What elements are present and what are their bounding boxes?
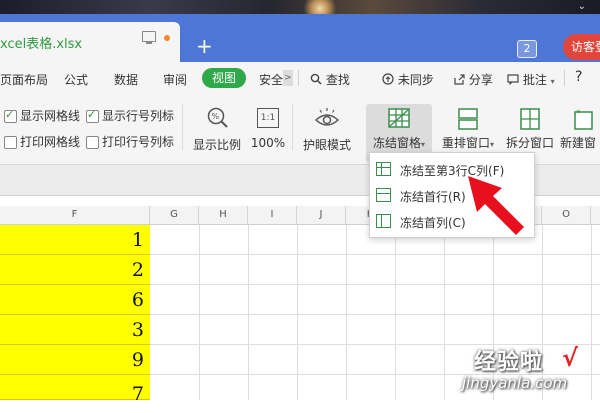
- svg-text:%: %: [212, 112, 220, 121]
- column-header-j[interactable]: J: [297, 206, 346, 224]
- unsaved-dot-icon: [164, 35, 170, 41]
- cell-f[interactable]: 6: [0, 285, 150, 315]
- menu-page-layout[interactable]: 页面布局: [0, 71, 48, 88]
- menu-formula[interactable]: 公式: [64, 71, 88, 88]
- arrange-windows-icon: [458, 108, 478, 130]
- watermark-url: jingyanla.com: [462, 374, 568, 392]
- menu-view[interactable]: 视图: [202, 68, 246, 88]
- share-label: 分享: [468, 73, 493, 87]
- new-tab-button[interactable]: +: [196, 36, 213, 56]
- gridline: [150, 254, 600, 255]
- background-photo-strip: ⌄: [0, 0, 600, 14]
- arrange-windows-label: 重排窗口: [441, 136, 490, 150]
- freeze-column-icon: [376, 214, 391, 228]
- divider: [182, 104, 183, 150]
- window-count-badge[interactable]: 2: [517, 40, 537, 58]
- menu-scroll-right-button[interactable]: >: [283, 70, 293, 86]
- divider: [564, 70, 565, 86]
- annotate-label: 批注: [522, 73, 547, 87]
- print-gridlines-label: 打印网格线: [20, 135, 81, 149]
- svg-text:*: *: [576, 109, 581, 119]
- freeze-cell-icon: [376, 162, 391, 176]
- freeze-first-column-label: 冻结首列(C): [400, 216, 466, 230]
- print-gridlines-checkbox[interactable]: [4, 136, 17, 149]
- freeze-first-row-label: 冻结首行(R): [400, 190, 466, 204]
- annotation-arrow-icon: [468, 176, 524, 235]
- freeze-row-icon: [376, 188, 391, 202]
- annotate-button[interactable]: 批注 ▾: [507, 71, 555, 88]
- show-gridlines-label: 显示网格线: [20, 109, 81, 123]
- menu-review[interactable]: 审阅: [163, 71, 187, 88]
- zoom-100-button[interactable]: 1:1 100%: [250, 106, 286, 150]
- chevron-down-icon: ▾: [490, 140, 495, 149]
- zoom-ratio-button[interactable]: % 显示比例: [192, 106, 242, 153]
- column-header-g[interactable]: G: [150, 206, 199, 224]
- new-window-label: 新建窗: [560, 136, 597, 150]
- watermark-check-icon: √: [562, 344, 579, 372]
- print-headers-label: 打印行号列标: [102, 135, 175, 149]
- search-icon: [310, 73, 322, 85]
- share-button[interactable]: 分享: [453, 71, 493, 88]
- document-tab[interactable]: xcel表格.xlsx: [0, 22, 180, 62]
- photo-highlight: [300, 0, 340, 14]
- chevron-down-icon: ▾: [550, 77, 555, 86]
- zoom-100-label: 100%: [250, 136, 286, 150]
- chevron-down-icon: ▾: [421, 140, 426, 149]
- print-headers-checkbox[interactable]: [86, 136, 99, 149]
- document-tab-title: xcel表格.xlsx: [0, 37, 83, 52]
- split-window-button[interactable]: 拆分窗口: [502, 108, 558, 151]
- gridline: [150, 284, 600, 285]
- chevron-down-icon[interactable]: ⌄: [578, 1, 586, 12]
- one-to-one-icon: 1:1: [257, 108, 279, 128]
- split-window-icon: [520, 108, 540, 130]
- menu-data[interactable]: 数据: [114, 71, 138, 88]
- eye-protection-button[interactable]: 护眼模式: [300, 106, 354, 153]
- cell-f[interactable]: 2: [0, 255, 150, 285]
- zoom-magnifier-icon: %: [207, 107, 228, 128]
- watermark-brand: 经验啦: [474, 350, 544, 375]
- menu-security[interactable]: 安全: [259, 71, 283, 88]
- help-button[interactable]: ?: [575, 69, 582, 85]
- sync-label: 未同步: [397, 73, 434, 87]
- split-window-label: 拆分窗口: [505, 136, 554, 150]
- search-label: 查找: [325, 73, 350, 87]
- freeze-panes-icon: [388, 108, 410, 128]
- cell-f[interactable]: 7: [0, 375, 150, 405]
- search-button[interactable]: 查找: [310, 71, 350, 88]
- cell-f[interactable]: 3: [0, 315, 150, 345]
- sync-icon: [382, 73, 394, 85]
- annotate-icon: [507, 74, 519, 86]
- column-header-o[interactable]: O: [542, 206, 591, 224]
- new-window-button[interactable]: * 新建窗: [560, 108, 600, 151]
- show-gridlines-checkbox[interactable]: [4, 108, 17, 123]
- menu-bar: 页面布局 公式 数据 审阅 视图 安全 > 查找 未同步 分享 批注 ▾ ?: [0, 62, 600, 95]
- gridline: [150, 314, 600, 315]
- cell-f[interactable]: 1: [0, 225, 150, 255]
- divider: [298, 70, 299, 86]
- monitor-icon[interactable]: [142, 31, 156, 44]
- visitor-login-button[interactable]: 访客登: [563, 34, 600, 60]
- zoom-ratio-label: 显示比例: [192, 138, 241, 152]
- eye-protection-label: 护眼模式: [302, 138, 351, 152]
- arrange-windows-button[interactable]: 重排窗口▾: [436, 108, 500, 151]
- show-headers-label: 显示行号列标: [102, 109, 175, 123]
- column-header-i[interactable]: I: [248, 206, 297, 224]
- eye-icon: [314, 108, 340, 126]
- freeze-panes-label-row: 冻结窗格▾: [366, 134, 432, 151]
- column-header-h[interactable]: H: [199, 206, 248, 224]
- column-header-f[interactable]: F: [0, 206, 150, 224]
- sync-status[interactable]: 未同步: [382, 71, 434, 88]
- divider: [292, 104, 293, 150]
- freeze-panes-label: 冻结窗格: [372, 136, 421, 150]
- new-window-icon: *: [574, 109, 593, 130]
- cell-f[interactable]: 9: [0, 345, 150, 375]
- show-headers-checkbox[interactable]: [86, 108, 99, 123]
- share-icon: [454, 74, 465, 85]
